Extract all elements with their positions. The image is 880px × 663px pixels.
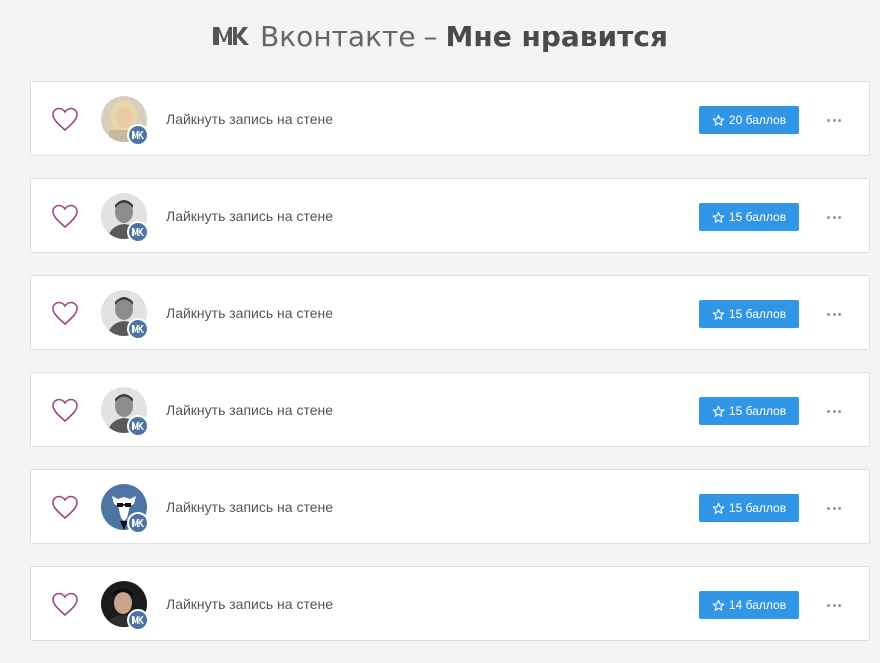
star-icon [712,405,725,417]
points-label: 15 баллов [728,404,787,418]
task-card: Лайкнуть запись на стене 14 баллов [30,566,870,641]
task-label: Лайкнуть запись на стене [166,402,334,418]
like-heart-icon[interactable] [51,106,79,132]
task-list: Лайкнуть запись на стене 20 баллов Лайкн… [30,81,870,663]
task-card: Лайкнуть запись на стене 15 баллов [30,372,870,447]
task-label: Лайкнуть запись на стене [166,305,334,321]
more-options-icon[interactable] [827,116,841,124]
vk-badge-icon [127,124,149,146]
more-options-icon[interactable] [827,310,841,318]
task-label: Лайкнуть запись на стене [166,111,334,127]
vk-badge-icon [127,221,149,243]
star-icon [712,114,725,126]
points-label: 15 баллов [728,210,787,224]
star-icon [712,308,725,320]
task-label: Лайкнуть запись на стене [166,596,334,612]
vk-badge-icon [127,415,149,437]
points-label: 15 баллов [728,501,787,515]
vk-badge-icon [127,512,149,534]
points-button[interactable]: 15 баллов [699,397,799,425]
points-label: 20 баллов [728,113,787,127]
star-icon [712,599,725,611]
more-options-icon[interactable] [827,504,841,512]
task-card: Лайкнуть запись на стене 20 баллов [30,81,870,156]
task-card: Лайкнуть запись на стене 15 баллов [30,178,870,253]
points-button[interactable]: 15 баллов [699,203,799,231]
vk-logo-icon [212,24,250,48]
like-heart-icon[interactable] [51,203,79,229]
task-card: Лайкнуть запись на стене 15 баллов [30,469,870,544]
points-button[interactable]: 20 баллов [699,106,799,134]
like-heart-icon[interactable] [51,591,79,617]
task-label: Лайкнуть запись на стене [166,208,334,224]
more-options-icon[interactable] [827,407,841,415]
like-heart-icon[interactable] [51,494,79,520]
vk-badge-icon [127,318,149,340]
points-label: 15 баллов [728,307,787,321]
vk-badge-icon [127,609,149,631]
page-header: Вконтакте – Мне нравится [0,0,880,72]
header-section: Мне нравится [445,19,668,53]
like-heart-icon[interactable] [51,300,79,326]
like-heart-icon[interactable] [51,397,79,423]
header-separator: – [423,19,438,53]
points-button[interactable]: 15 баллов [699,300,799,328]
more-options-icon[interactable] [827,213,841,221]
star-icon [712,211,725,223]
star-icon [712,502,725,514]
points-button[interactable]: 14 баллов [699,591,799,619]
task-label: Лайкнуть запись на стене [166,499,334,515]
points-button[interactable]: 15 баллов [699,494,799,522]
header-service: Вконтакте [260,19,416,53]
points-label: 14 баллов [728,598,787,612]
more-options-icon[interactable] [827,601,841,609]
task-card: Лайкнуть запись на стене 15 баллов [30,275,870,350]
